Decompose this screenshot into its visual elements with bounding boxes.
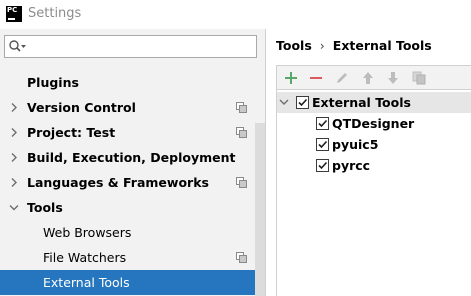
- sidebar-item-external-tools[interactable]: External Tools: [0, 270, 265, 295]
- project-scope-icon: [236, 252, 247, 263]
- checkmark-icon: [298, 98, 308, 107]
- sidebar-item-file-watchers[interactable]: File Watchers: [0, 245, 255, 270]
- breadcrumb-current: External Tools: [332, 38, 432, 53]
- chevron-down-icon[interactable]: [279, 97, 289, 107]
- settings-sidebar: Plugins Version Control Project: Test Bu…: [0, 29, 265, 296]
- tool-item-qtdesigner[interactable]: QTDesigner: [277, 113, 471, 134]
- sidebar-item-languages-frameworks[interactable]: Languages & Frameworks: [0, 170, 255, 195]
- chevron-right-icon[interactable]: [9, 95, 19, 120]
- sidebar-item-label: External Tools: [43, 275, 130, 290]
- checkmark-icon: [318, 140, 328, 149]
- search-box[interactable]: [4, 35, 257, 58]
- pycharm-logo-icon: PC: [6, 6, 22, 22]
- tool-item-pyrcc[interactable]: pyrcc: [277, 155, 471, 176]
- tool-checkbox[interactable]: [316, 138, 329, 151]
- chevron-down-icon[interactable]: [9, 195, 19, 220]
- tool-checkbox[interactable]: [316, 117, 329, 130]
- sidebar-item-label: Web Browsers: [43, 225, 132, 240]
- search-input[interactable]: [29, 38, 253, 55]
- sidebar-item-web-browsers[interactable]: Web Browsers: [0, 220, 255, 245]
- sidebar-item-version-control[interactable]: Version Control: [0, 95, 255, 120]
- chevron-right-icon[interactable]: [9, 120, 19, 145]
- tool-group-checkbox[interactable]: [296, 96, 309, 109]
- external-tools-toolbar: [276, 65, 471, 90]
- tool-group-external-tools[interactable]: External Tools: [277, 92, 471, 113]
- sidebar-item-plugins[interactable]: Plugins: [0, 70, 255, 95]
- sidebar-item-label: Version Control: [27, 100, 136, 115]
- sidebar-item-build-execution-deployment[interactable]: Build, Execution, Deployment: [0, 145, 255, 170]
- project-scope-icon: [236, 102, 247, 113]
- chevron-right-icon[interactable]: [9, 170, 19, 195]
- sidebar-item-label: Tools: [27, 200, 63, 215]
- breadcrumb: Tools › External Tools: [276, 38, 432, 53]
- sidebar-item-label: Languages & Frameworks: [27, 175, 209, 190]
- checkmark-icon: [318, 161, 328, 170]
- external-tools-tree: External Tools QTDesigner pyuic5 pyrcc: [276, 90, 471, 296]
- content-panel: Tools › External Tools External Tools QT…: [266, 29, 471, 296]
- tool-checkbox[interactable]: [316, 159, 329, 172]
- sidebar-item-label: Plugins: [27, 75, 79, 90]
- remove-icon[interactable]: [308, 70, 324, 86]
- chevron-right-icon[interactable]: [9, 145, 19, 170]
- title-bar: PC Settings: [0, 0, 471, 29]
- move-down-icon[interactable]: [385, 70, 401, 86]
- logo-text: PC: [7, 6, 18, 14]
- tool-label: QTDesigner: [332, 116, 415, 131]
- sidebar-item-label: Build, Execution, Deployment: [27, 150, 236, 165]
- edit-icon[interactable]: [334, 70, 350, 86]
- sidebar-scrollbar[interactable]: [255, 123, 265, 296]
- sidebar-item-tools[interactable]: Tools: [0, 195, 255, 220]
- checkmark-icon: [318, 119, 328, 128]
- sidebar-item-label: Project: Test: [27, 125, 116, 140]
- search-icon[interactable]: [8, 39, 28, 55]
- sidebar-item-project-test[interactable]: Project: Test: [0, 120, 255, 145]
- tool-group-label: External Tools: [312, 95, 411, 110]
- project-scope-icon: [236, 177, 247, 188]
- tool-label: pyrcc: [332, 158, 371, 173]
- sidebar-item-label: File Watchers: [43, 250, 127, 265]
- add-icon[interactable]: [283, 70, 299, 86]
- breadcrumb-parent[interactable]: Tools: [276, 38, 312, 53]
- tool-label: pyuic5: [332, 137, 379, 152]
- copy-icon[interactable]: [411, 70, 427, 86]
- move-up-icon[interactable]: [360, 70, 376, 86]
- tool-item-pyuic5[interactable]: pyuic5: [277, 134, 471, 155]
- breadcrumb-separator: ›: [319, 38, 325, 53]
- window-title: Settings: [28, 6, 82, 21]
- project-scope-icon: [236, 127, 247, 138]
